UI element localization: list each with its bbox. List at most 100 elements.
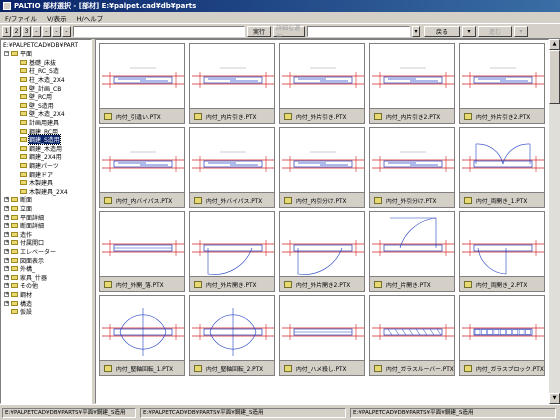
tree-item[interactable]: 仮設	[4, 308, 32, 316]
detail-select-button[interactable]: 詳細な選択	[273, 25, 305, 41]
tree-item[interactable]: 鋼建_RC用	[20, 127, 58, 136]
expand-icon[interactable]: +	[4, 231, 9, 237]
part-card[interactable]: 内付_両開き_2.PTX	[459, 211, 545, 292]
tree-item[interactable]: 鋼建_S造用	[20, 134, 61, 146]
expand-icon[interactable]: +	[4, 274, 9, 280]
level-3-button[interactable]: 3	[22, 26, 31, 37]
forward-button[interactable]: 進む	[478, 26, 512, 37]
expand-icon[interactable]: +	[4, 205, 9, 211]
tree-item[interactable]: + 図面表示	[4, 256, 44, 265]
part-card[interactable]: 内付_外バイパス.PTX	[189, 127, 275, 208]
folder-icon	[20, 180, 27, 186]
tree-item[interactable]: + 断面詳細	[4, 222, 44, 230]
tree-item[interactable]: 鋼建パーツ	[20, 161, 59, 170]
part-card[interactable]: 内付_堅軸回転_2.PTX	[189, 295, 275, 376]
level-1-button[interactable]: 1	[2, 26, 11, 37]
expand-icon[interactable]: +	[4, 240, 9, 246]
collapse-icon[interactable]: −	[4, 51, 9, 57]
tree-item[interactable]: + 家具_什器	[4, 273, 47, 282]
level-7-button[interactable]: -	[62, 26, 71, 37]
tree-item[interactable]: 壁_RC用	[20, 93, 52, 101]
tree-item[interactable]: 基礎_床抜	[20, 58, 56, 67]
part-preview-drawing	[282, 67, 364, 88]
tree-item[interactable]: + 付属開口	[4, 239, 44, 247]
tree-item[interactable]: + 鋼材	[4, 290, 32, 299]
part-label: 内付_外片引き.PTX	[296, 114, 347, 121]
expand-icon[interactable]: +	[4, 257, 9, 263]
tree-item[interactable]: + エレベーター	[4, 247, 56, 256]
menu-help[interactable]: H/ヘルプ	[72, 13, 109, 23]
tree-item[interactable]: 壁_計画_CB	[20, 84, 61, 93]
part-card[interactable]: 内付_堅軸回転_1.PTX	[99, 295, 185, 376]
tree-item[interactable]: 鋼建_木造用	[20, 144, 62, 153]
tree-item[interactable]: 柱_RC_S造	[20, 67, 59, 75]
tree-item[interactable]: 柱_木造_2X4	[20, 75, 65, 84]
part-label: 内付_外バイパス.PTX	[206, 198, 263, 205]
scroll-up-button[interactable]: ▲	[549, 39, 560, 50]
part-card[interactable]: 内付_内バイパス.PTX	[99, 127, 185, 208]
part-preview	[369, 295, 455, 361]
menu-view[interactable]: V/表示	[42, 13, 72, 23]
vertical-scrollbar[interactable]: ▲ ▼	[549, 39, 560, 404]
tree-item[interactable]: 壁_木造_2X4	[20, 110, 65, 118]
part-card[interactable]: 内付_外片開き2.PTX	[279, 211, 365, 292]
tree-item[interactable]: 木製建具	[20, 179, 53, 187]
part-preview-drawing	[192, 308, 274, 356]
part-card[interactable]: 内付_外片開き.PTX	[189, 211, 275, 292]
expand-icon[interactable]: +	[4, 223, 9, 229]
folder-icon	[20, 162, 27, 168]
forward-history-dropdown[interactable]: ▾	[514, 26, 528, 37]
level-6-button[interactable]: -	[52, 26, 61, 37]
back-history-dropdown[interactable]: ▾	[462, 26, 476, 37]
expand-icon[interactable]: +	[4, 266, 9, 272]
expand-icon[interactable]: +	[4, 300, 9, 306]
tree-item[interactable]: + 断面	[4, 196, 32, 204]
part-card[interactable]: 内付_ガラスブロック.PTX	[459, 295, 545, 376]
tree-item[interactable]: 壁_S造用	[20, 101, 54, 110]
menu-file[interactable]: F/ファイル	[0, 13, 42, 23]
tree-item[interactable]: − 平面	[4, 50, 32, 58]
part-card[interactable]: 内付_外開_落.PTX	[99, 211, 185, 292]
part-card[interactable]: 内付_片開き.PTX	[369, 211, 455, 292]
expand-icon[interactable]: +	[4, 197, 9, 203]
tree-item[interactable]: + 造作	[4, 230, 32, 239]
part-caption: 内付_両開き_1.PTX	[459, 193, 545, 208]
path-combo-dropdown[interactable]: ▾	[412, 26, 420, 37]
parts-grid[interactable]: 内付_引違い.PTX 内付_内片引き.PTX 内付_外片引き.PTX 内付_内片引き2…	[95, 39, 549, 404]
tree-item[interactable]: 鋼建_2X4用	[20, 153, 62, 161]
tree-item[interactable]: 木製建具_2X4	[20, 187, 68, 196]
level-2-button[interactable]: 2	[12, 26, 21, 37]
part-card[interactable]: 内付_内片引き2.PTX	[369, 43, 455, 124]
folder-tree[interactable]: E:¥PALPETCAD¥DB¥PART − 平面 基礎_床抜 柱_RC_S造 柱_木造_…	[0, 39, 92, 404]
level-4-button[interactable]: -	[32, 26, 41, 37]
scroll-down-button[interactable]: ▼	[549, 393, 560, 404]
expand-icon[interactable]: +	[4, 283, 9, 289]
execute-button[interactable]: 実行	[247, 26, 271, 37]
part-card[interactable]: 内付_ガラスルーバー.PTX	[369, 295, 455, 376]
part-card[interactable]: 内付_内片引き.PTX	[189, 43, 275, 124]
path-combo[interactable]	[307, 26, 410, 37]
tree-item[interactable]: + 平面詳細	[4, 213, 44, 222]
part-card[interactable]: 内付_内引分け.PTX	[279, 127, 365, 208]
level-5-button[interactable]: -	[42, 26, 51, 37]
tree-item[interactable]: 計画用建具	[20, 118, 59, 127]
part-card[interactable]: 内付_両開き_1.PTX	[459, 127, 545, 208]
part-preview-drawing	[372, 217, 454, 256]
scroll-thumb[interactable]	[549, 50, 560, 104]
expand-icon[interactable]: +	[4, 291, 9, 297]
tree-item[interactable]: + 立面	[4, 204, 32, 213]
tree-item[interactable]: 鋼建ドア	[20, 170, 53, 179]
part-card[interactable]: 内付_外片引き.PTX	[279, 43, 365, 124]
back-button[interactable]: 戻る	[424, 26, 460, 37]
part-card[interactable]: 内付_外引分け.PTX	[369, 127, 455, 208]
part-name-field[interactable]	[73, 26, 245, 37]
part-card[interactable]: 内付_外片引き2.PTX	[459, 43, 545, 124]
part-card[interactable]: 内付_ハメ殺し.PTX	[279, 295, 365, 376]
tree-item[interactable]: + 構造	[4, 299, 32, 308]
expand-icon[interactable]: +	[4, 248, 9, 254]
tree-item[interactable]: + その他	[4, 282, 38, 290]
part-card[interactable]: 内付_引違い.PTX	[99, 43, 185, 124]
tree-root[interactable]: E:¥PALPETCAD¥DB¥PART	[3, 41, 78, 49]
expand-icon[interactable]: +	[4, 214, 9, 220]
tree-item[interactable]: + 外構_	[4, 265, 35, 273]
